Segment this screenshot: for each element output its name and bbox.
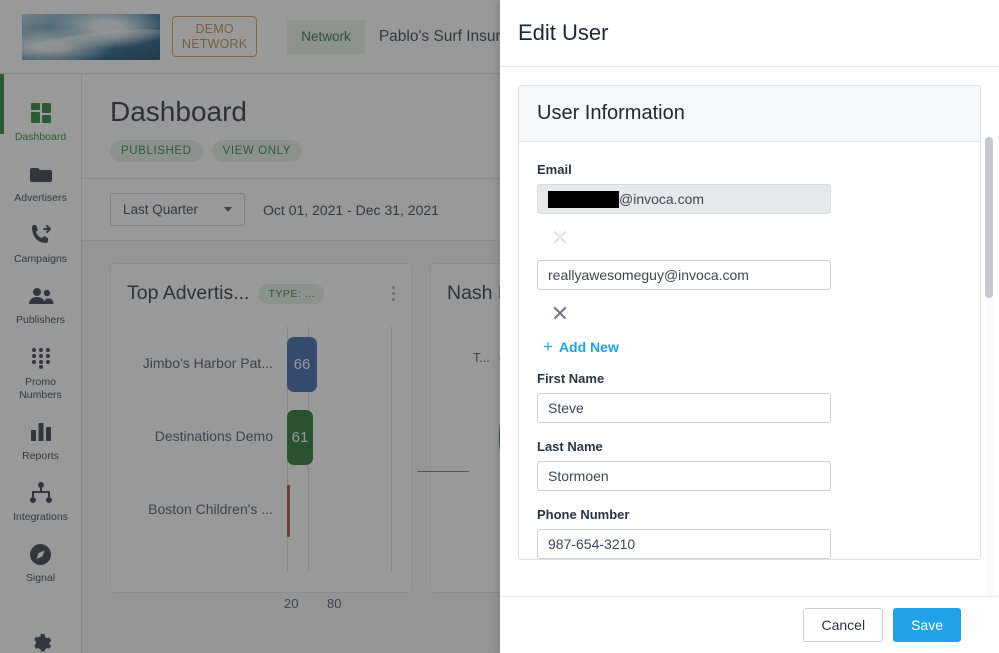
add-new-email-button[interactable]: + Add New [543, 338, 962, 355]
phone-number-label: Phone Number [537, 507, 962, 522]
first-name-group: First Name Steve [537, 371, 962, 423]
phone-number-field[interactable]: 987-654-3210 [537, 529, 831, 559]
user-information-card: User Information Email @invoca.com reall… [518, 85, 981, 560]
modal-body: User Information Email @invoca.com reall… [500, 67, 999, 596]
remove-email-secondary-icon[interactable] [551, 304, 569, 322]
email-label: Email [537, 162, 962, 177]
last-name-group: Last Name Stormoen [537, 439, 962, 491]
first-name-label: First Name [537, 371, 962, 386]
card-body: Email @invoca.com reallyawesomeguy@invoc… [519, 142, 980, 559]
last-name-label: Last Name [537, 439, 962, 454]
email-secondary-field[interactable]: reallyawesomeguy@invoca.com [537, 260, 831, 290]
app-root: DEMO NETWORK Network Pablo's Surf Insura… [0, 0, 999, 653]
email-primary-field: @invoca.com [537, 184, 831, 214]
email-secondary-value: reallyawesomeguy@invoca.com [548, 267, 749, 283]
phone-number-group: Phone Number 987-654-3210 [537, 507, 962, 559]
remove-email-primary-icon[interactable] [551, 228, 569, 246]
modal-title: Edit User [518, 20, 608, 46]
plus-icon: + [543, 338, 553, 355]
edit-user-panel: Edit User User Information Email @invoca… [500, 0, 999, 653]
phone-number-value: 987-654-3210 [548, 536, 635, 552]
add-new-label: Add New [559, 339, 619, 355]
email-primary-suffix: @invoca.com [619, 191, 704, 207]
last-name-value: Stormoen [548, 468, 609, 484]
modal-header: Edit User [500, 0, 999, 67]
modal-scrollbar-thumb[interactable] [985, 137, 993, 298]
redacted-text-block [548, 191, 619, 208]
save-button[interactable]: Save [893, 608, 961, 642]
card-title: User Information [519, 86, 980, 142]
last-name-field[interactable]: Stormoen [537, 461, 831, 491]
first-name-field[interactable]: Steve [537, 393, 831, 423]
modal-footer: Cancel Save [500, 596, 999, 653]
first-name-value: Steve [548, 400, 584, 416]
cancel-button[interactable]: Cancel [803, 608, 883, 642]
